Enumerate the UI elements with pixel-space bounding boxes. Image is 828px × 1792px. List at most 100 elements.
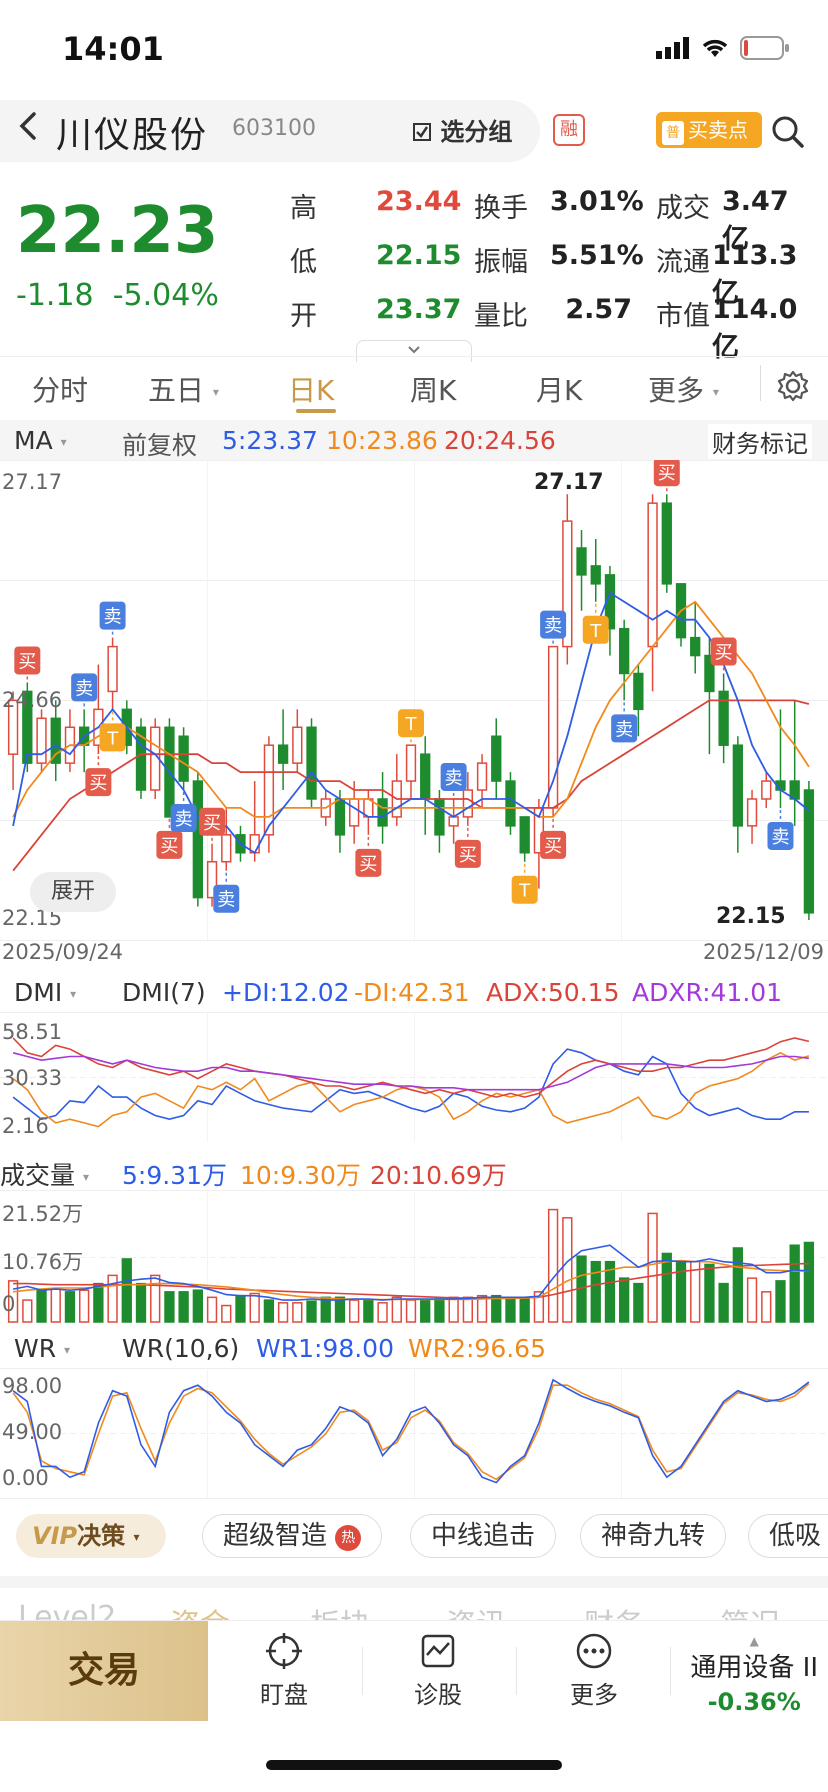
expand-button[interactable]: 展开 [30,872,116,912]
candle-down [661,502,672,585]
active-tab-indicator [296,409,336,413]
ghost-tab-news[interactable]: 资讯 [446,1600,506,1620]
turnover-value: 3.01% [550,186,644,217]
tab-more[interactable]: 更多 ▾ [648,369,719,409]
candle-down [277,744,289,764]
volume-selector[interactable]: 成交量 ▾ [0,1156,89,1192]
vol-ma5-line [12,1244,809,1301]
volume-bar-up [448,1296,459,1323]
buy-sell-points-button[interactable]: 普买卖点 [656,112,762,148]
dmi-y2: 30.33 [2,1066,63,1090]
volume-bar-down [121,1258,132,1323]
diagnose-button[interactable]: 诊股 [388,1631,488,1710]
volume-bar-down [619,1277,630,1323]
volume-bar-up [249,1292,260,1323]
volume-bar-down [164,1291,175,1323]
buy-sell-points-label: 买卖点 [688,118,748,142]
wr-y1: 98.00 [2,1374,63,1398]
adxr-value: ADXR:41.01 [632,978,783,1007]
ghost-tab-level2[interactable]: Level2 [18,1600,116,1620]
dmi-chart[interactable] [0,1012,828,1142]
chart-settings-button[interactable] [776,369,810,407]
candle-up [36,717,47,764]
tab-monthly-k[interactable]: 月K [536,369,582,409]
volume-bar-up [761,1291,772,1323]
ghost-tab-funds[interactable]: 资金 [170,1600,230,1620]
select-group-button[interactable]: 选分组 [412,112,512,147]
candle-up [746,798,758,827]
margin-badge[interactable]: 融 [553,114,585,146]
high-value: 23.44 [376,186,462,217]
bottom-toolbar: 交易 盯盘 诊股 更多 ▲ 通用设备 II -0.36% [0,1620,828,1721]
candle-down [619,627,630,675]
candle-down [420,753,431,800]
tab-weekly-k-label: 周K [410,374,457,407]
finance-marker-button[interactable]: 财务标记 [708,424,812,459]
chip-super-manufacturing[interactable]: 超级智造 热 [202,1514,383,1558]
candle-up [292,726,303,764]
volume-bar-down [93,1282,104,1323]
trade-button[interactable]: 交易 [0,1621,208,1721]
candle-up [761,780,772,800]
open-label: 开 [290,301,317,332]
volume-bar-down [505,1298,516,1323]
wr-param: WR(10,6) [122,1334,240,1363]
trade-marker-label: T [518,881,531,902]
volume-bar-down [135,1282,147,1323]
tab-intraday-label: 分时 [32,374,89,407]
wr-chart[interactable] [0,1368,828,1498]
candle-down [718,690,729,746]
tab-intraday[interactable]: 分时 [32,369,88,409]
volume-bar-down [775,1280,786,1323]
adjust-mode[interactable]: 前复权 [122,426,197,462]
chevron-down-icon [408,346,420,354]
volume-bar-up [50,1288,61,1323]
more-button[interactable]: 更多 [544,1631,644,1710]
toolbar-divider-3 [670,1647,671,1695]
candle-down [576,547,587,576]
volume-bar-down [718,1282,729,1323]
trade-marker-label: 卖 [771,827,789,848]
more-label: 更多 [570,1681,618,1709]
kline-chart[interactable]: 买卖卖买T买卖 买卖买T卖买T买T卖卖买买卖 [0,460,828,960]
tab-divider [760,365,761,401]
tab-more-label: 更多 [648,374,705,407]
high-label: 高 [290,193,317,224]
wr-selector[interactable]: WR ▾ [14,1334,70,1363]
ghost-tab-finance[interactable]: 财务 [584,1600,644,1620]
watch-button[interactable]: 盯盘 [234,1631,334,1710]
sector-button[interactable]: ▲ 通用设备 II -0.36% [690,1635,818,1716]
y-axis-top: 27.17 [2,470,63,494]
candle-up [107,645,118,693]
chip-mid-chase[interactable]: 中线追击 [410,1514,557,1558]
dmi-selector[interactable]: DMI ▾ [14,978,76,1007]
volume-bar-down [803,1241,815,1323]
tab-weekly-k[interactable]: 周K [410,369,456,409]
tab-five-day[interactable]: 五日 ▾ [148,369,219,409]
ma-name: MA [14,426,53,455]
candle-down [192,780,203,899]
price-change: -1.18 -5.04% [16,278,219,313]
change-value: -1.18 [16,278,94,313]
trade-marker-label: T [405,714,418,735]
chip-low-buy[interactable]: 低吸 [748,1514,828,1558]
volume-bar-up [277,1302,289,1323]
volume-chart[interactable] [0,1190,828,1324]
tab-five-day-caret: ▾ [212,385,219,399]
status-bar: 14:01 [0,0,828,96]
search-button[interactable] [770,114,806,154]
vip-decision-button[interactable]: VIP决策 ▾ [16,1514,166,1558]
chip-magic-nine[interactable]: 神奇九转 [580,1514,727,1558]
ghost-tab-sector[interactable]: 板块 [310,1600,370,1620]
ma-selector[interactable]: MA ▾ [14,426,67,455]
low-label: 低 [290,247,317,278]
status-time: 14:01 [62,30,164,68]
candle-down [519,816,530,854]
tab-daily-k[interactable]: 日K [288,369,334,409]
sector-change: -0.36% [707,1688,801,1716]
back-button[interactable] [16,108,40,153]
ghost-tab-profile[interactable]: 简况 [720,1600,780,1620]
volume-bar-down [363,1299,374,1323]
trade-marker-label: 卖 [104,607,122,628]
volume-ratio-label: 量比 [474,301,528,332]
